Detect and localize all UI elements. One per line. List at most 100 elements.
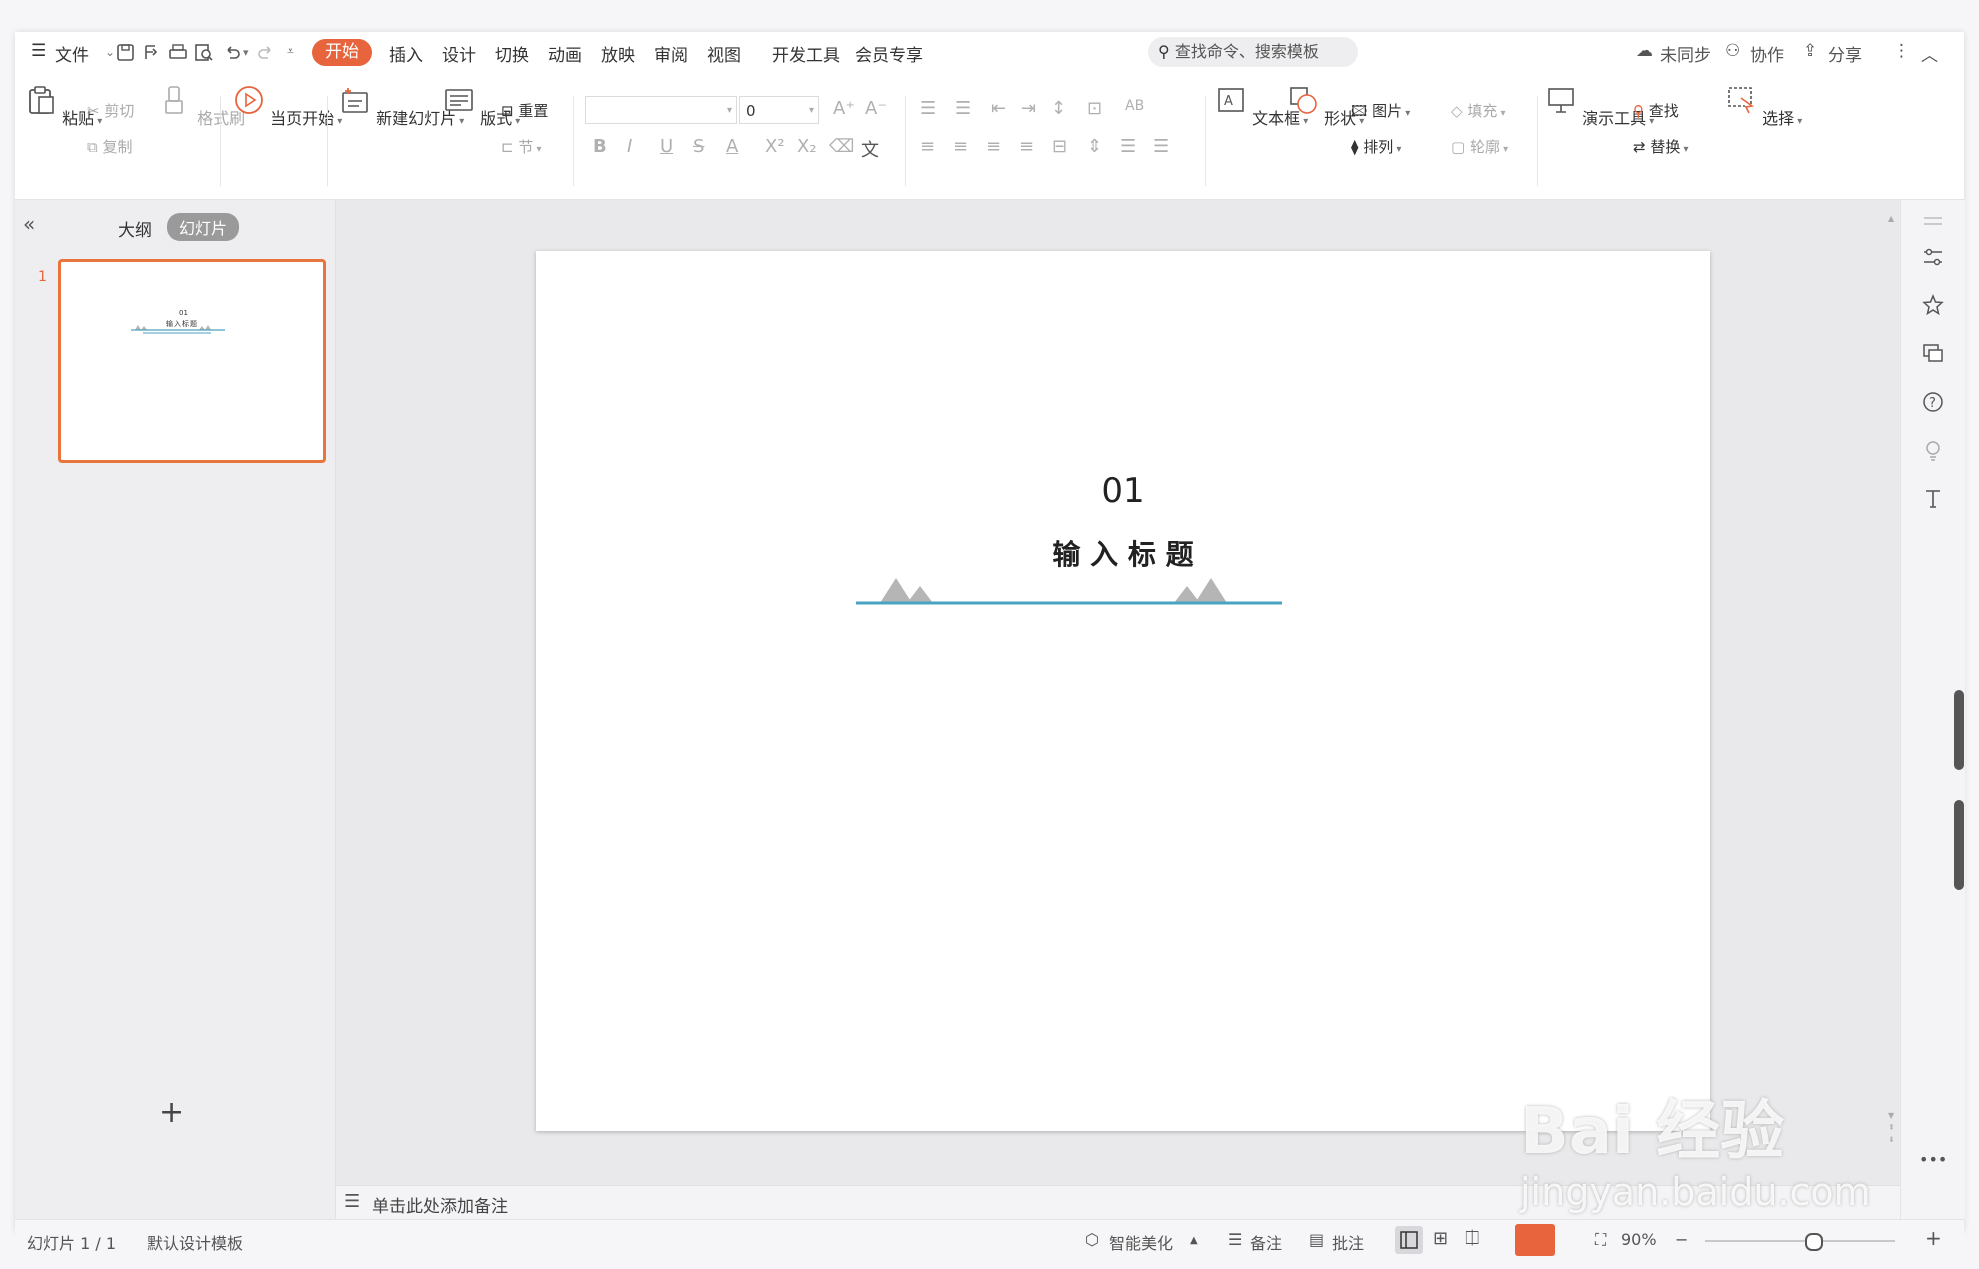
picture-button[interactable]: 🖾 图片 ▾ [1351, 100, 1410, 126]
align-right-icon[interactable]: ≡ [986, 136, 1001, 157]
slideshow-current-button[interactable]: 当页开始 ▾ [233, 84, 342, 129]
presentation-tools-button[interactable]: 演示工具 ▾ [1545, 84, 1654, 129]
tab-transition[interactable]: 切换 [495, 41, 529, 66]
beautify-icon[interactable]: ⬡ [1085, 1230, 1099, 1249]
decrease-indent-icon[interactable]: ⇤ [991, 98, 1006, 119]
italic-icon[interactable]: I [627, 136, 632, 157]
phonetic-guide-icon[interactable]: 文 [861, 136, 879, 162]
numbering-icon[interactable]: ☰ [955, 98, 971, 119]
comments-button[interactable]: 批注 [1332, 1230, 1364, 1254]
subscript-icon[interactable]: X₂ [797, 136, 817, 157]
replace-button[interactable]: ⇄ 替换 ▾ [1633, 136, 1689, 157]
fit-window-icon[interactable]: ⛶ [1595, 1230, 1606, 1250]
underline-icon[interactable]: U [660, 136, 673, 157]
clear-format-icon[interactable]: ⌫ [829, 136, 854, 157]
export-icon[interactable] [141, 42, 163, 64]
tab-design[interactable]: 设计 [442, 41, 476, 66]
drag-handle-icon[interactable] [1921, 210, 1945, 234]
lightbulb-icon[interactable] [1921, 438, 1945, 462]
comment-icon[interactable]: ▤ [1309, 1230, 1324, 1249]
slide-number-text[interactable]: 01 [536, 471, 1710, 511]
vertical-scrollbar[interactable]: ▲ ▼ ⇞ ⇟ [1888, 210, 1896, 1170]
zoom-slider[interactable] [1705, 1240, 1895, 1242]
slide-thumbnail[interactable]: 01 输入标题 [58, 259, 326, 463]
add-slide-icon[interactable]: + [159, 1095, 184, 1130]
slide-canvas[interactable]: 01 输 入 标 题 [536, 251, 1710, 1131]
format-painter-button[interactable]: 格式刷 [160, 84, 245, 129]
file-menu[interactable]: 文件 [55, 41, 89, 66]
star-icon[interactable] [1921, 293, 1945, 317]
text-direction-icon[interactable]: ↕ [1051, 98, 1066, 119]
notes-placeholder[interactable]: 单击此处添加备注 [372, 1192, 508, 1217]
fill-button[interactable]: ◇ 填充 ▾ [1451, 100, 1506, 121]
reset-button[interactable]: ⊟ 重置 [501, 100, 548, 121]
tab-view[interactable]: 视图 [707, 41, 741, 66]
tab-slides[interactable]: 幻灯片 [167, 213, 240, 241]
undo-dropdown-icon[interactable]: ▾ [243, 46, 249, 59]
more-options-icon[interactable]: ⋮ [1893, 41, 1910, 61]
shrink-font-icon[interactable]: A⁻ [865, 98, 887, 119]
tab-animation[interactable]: 动画 [548, 41, 582, 66]
tab-outline[interactable]: 大纲 [118, 216, 152, 241]
textbox-button[interactable]: A 文本框 ▾ [1215, 84, 1308, 129]
slides-switch-icon[interactable] [1921, 341, 1945, 365]
section-button[interactable]: ⊏ 节 ▾ [501, 136, 542, 157]
grow-font-icon[interactable]: A⁺ [833, 98, 855, 119]
tab-developer[interactable]: 开发工具 [772, 41, 840, 66]
cut-button[interactable]: ✂ 剪切 [87, 100, 134, 121]
align-text-icon[interactable]: ⊡ [1087, 98, 1102, 119]
bold-icon[interactable]: B [593, 136, 607, 157]
reading-view-icon[interactable]: ⎅ [1465, 1228, 1479, 1249]
collab-button[interactable]: 协作 [1750, 41, 1784, 66]
arrange-button[interactable]: ⧫ 排列 ▾ [1351, 136, 1401, 157]
paragraph-spacing-icon[interactable]: ☰ [1120, 136, 1136, 157]
line-spacing-icon[interactable]: ⇕ [1087, 136, 1102, 157]
undo-icon[interactable] [221, 42, 243, 64]
print-icon[interactable] [167, 42, 189, 64]
template-name[interactable]: 默认设计模板 [147, 1230, 243, 1254]
collapse-panel-icon[interactable]: « [23, 212, 35, 236]
share-icon[interactable]: ⇪ [1803, 41, 1817, 61]
side-scroll-handle[interactable] [1954, 690, 1964, 770]
zoom-slider-knob[interactable] [1805, 1233, 1823, 1251]
tab-slideshow[interactable]: 放映 [601, 41, 635, 66]
print-preview-icon[interactable] [193, 42, 215, 64]
share-button[interactable]: 分享 [1828, 41, 1862, 66]
new-slide-button[interactable]: 新建幻灯片 ▾ [339, 84, 464, 129]
copy-button[interactable]: ⧉ 复制 [87, 136, 133, 157]
save-icon[interactable] [115, 42, 137, 64]
text-tool-icon[interactable] [1921, 486, 1945, 510]
command-search[interactable]: ⚲ 查找命令、搜索模板 [1148, 37, 1358, 67]
font-color-icon[interactable]: A [726, 136, 738, 157]
help-icon[interactable]: ? [1921, 390, 1945, 414]
cloud-sync-icon[interactable]: ☁ [1636, 41, 1653, 61]
font-size-select[interactable]: 0 ▾ [739, 96, 819, 124]
tab-insert[interactable]: 插入 [389, 41, 423, 66]
superscript-icon[interactable]: X² [765, 136, 785, 157]
outline-button[interactable]: ▢ 轮廓 ▾ [1451, 136, 1508, 157]
customize-toolbar-icon[interactable]: ⩡ [287, 44, 294, 59]
sync-status[interactable]: 未同步 [1660, 41, 1711, 66]
tab-review[interactable]: 审阅 [654, 41, 688, 66]
shapes-button[interactable]: 形状 ▾ [1287, 84, 1364, 129]
select-button[interactable]: 选择 ▾ [1725, 84, 1802, 129]
columns-icon[interactable]: ☰ [1153, 136, 1169, 157]
distribute-icon[interactable]: ⊟ [1052, 136, 1067, 157]
collab-icon[interactable]: ⚇ [1725, 41, 1740, 61]
normal-view-button[interactable] [1395, 1226, 1423, 1254]
align-left-icon[interactable]: ≡ [920, 136, 935, 157]
beautify-button[interactable]: 智能美化 [1109, 1230, 1173, 1254]
notes-toggle-icon[interactable]: ☰ [1228, 1230, 1242, 1249]
strikethrough-icon[interactable]: S [693, 136, 704, 157]
find-button[interactable]: ⚲ 查找 [1633, 100, 1679, 121]
chevron-down-icon[interactable]: ⌄ [105, 45, 115, 59]
hamburger-icon[interactable]: ☰ [31, 41, 46, 61]
notes-toggle-button[interactable]: 备注 [1250, 1230, 1282, 1254]
side-scroll-handle-2[interactable] [1954, 800, 1964, 890]
zoom-out-icon[interactable]: − [1675, 1230, 1688, 1249]
font-family-select[interactable]: ▾ [585, 96, 737, 124]
settings-sliders-icon[interactable] [1921, 245, 1945, 269]
align-center-icon[interactable]: ≡ [953, 136, 968, 157]
slide-sorter-icon[interactable]: ⊞ [1433, 1228, 1448, 1249]
zoom-in-icon[interactable]: + [1925, 1226, 1942, 1250]
